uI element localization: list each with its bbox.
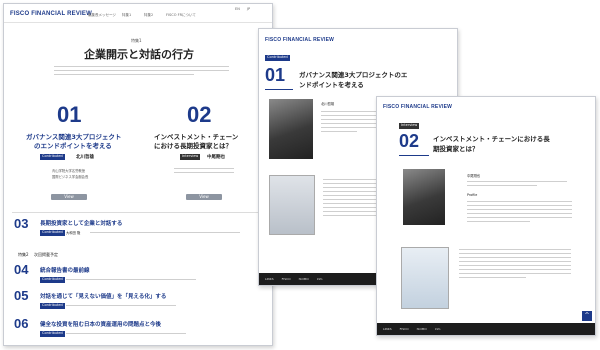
page-article-02: FISCO FINANCIAL REVIEW Interview 02 インベス…: [376, 96, 596, 336]
item01-number: 01: [57, 102, 82, 127]
item01-person: 北川哲雄: [76, 155, 94, 160]
item04-title[interactable]: 統合報告書の最前線: [40, 266, 90, 274]
item06-affil: [66, 333, 186, 337]
article02-number: 02: [399, 131, 420, 151]
article01-title-line2: ンドポイントを考える: [299, 81, 364, 89]
item06-title[interactable]: 健全な投資を阻む日本の資産運用の問題点と今後: [40, 320, 161, 328]
footer-fisco[interactable]: FISCO: [282, 277, 291, 281]
site-logo[interactable]: FISCO FINANCIAL REVIEW: [383, 104, 452, 110]
article02-title-line1: インベストメント・チェーンにおける長: [433, 135, 550, 143]
item02-person: 中尾剛也: [207, 155, 225, 160]
feature2-label: 特集2: [18, 252, 29, 257]
article01-person: 北川哲雄: [321, 102, 335, 106]
feature-label: 特集1: [131, 38, 142, 43]
nav-item-feature2[interactable]: 特集2: [144, 13, 153, 18]
footer-links[interactable]: LINKS: [265, 277, 274, 281]
article02-divider: [399, 155, 429, 156]
item05-tag: Contributed: [40, 303, 65, 309]
intro-text: [54, 66, 229, 78]
item04-number: 04: [14, 262, 29, 277]
item02-number: 02: [187, 102, 212, 127]
nav-item-editor-message[interactable]: 編集長メッセージ: [88, 13, 116, 18]
footer-links[interactable]: LINKS: [383, 327, 392, 331]
book-image: [401, 247, 449, 309]
author-photo: [269, 99, 313, 159]
lang-jp-link[interactable]: JP: [247, 7, 250, 11]
item02-affil: [174, 168, 234, 176]
item06-tag: Contributed: [40, 331, 65, 337]
item01-affil2: 国際ビジネス学会副会長: [52, 175, 89, 179]
footer-isomo[interactable]: ISOMO: [417, 327, 427, 331]
item04-tag: Contributed: [40, 277, 65, 283]
site-logo[interactable]: FISCO FINANCIAL REVIEW: [265, 37, 334, 43]
article01-divider: [265, 89, 293, 90]
screenshot-collage: FISCO FINANCIAL REVIEW 編集長メッセージ 特集1 特集2 …: [0, 0, 600, 350]
item06-number: 06: [14, 316, 29, 331]
header-divider: [4, 22, 272, 23]
item05-number: 05: [14, 288, 29, 303]
item03-divider: [12, 212, 264, 213]
item02-tag: Interview: [180, 154, 201, 160]
item05-title[interactable]: 対話を通じて「見えない価値」を「見える化」する: [40, 292, 166, 300]
site-logo[interactable]: FISCO FINANCIAL REVIEW: [10, 11, 92, 17]
item02-title-line2[interactable]: における長期投資家とは？: [154, 140, 232, 150]
footer-isomo[interactable]: ISOMO: [299, 277, 309, 281]
item05-affil: [66, 305, 176, 309]
item02-view-button[interactable]: View: [186, 194, 222, 200]
item01-title-line2[interactable]: のエンドポイントを考える: [34, 140, 112, 150]
item01-tag: Contributed: [40, 154, 65, 160]
feature-title: 企業開示と対話の行方: [84, 48, 194, 61]
footer-info[interactable]: Info: [317, 277, 323, 281]
article01-number: 01: [265, 65, 286, 85]
footer-info[interactable]: Info: [435, 327, 441, 331]
item03-affil: [90, 232, 240, 236]
lang-en-link[interactable]: EN: [235, 7, 240, 11]
scroll-to-top-button[interactable]: ^: [582, 311, 592, 321]
item03-title[interactable]: 長期投資家として企業と対話する: [40, 219, 122, 227]
item03-tag: Contributed: [40, 230, 65, 236]
book-image: [269, 175, 315, 235]
article02-tag: Interview: [399, 123, 420, 129]
feature2-sub: 次回掲載予定: [34, 252, 58, 257]
item03-number: 03: [14, 216, 29, 231]
interviewee-bio: [467, 181, 567, 189]
item03-person: 大和田 隆: [66, 231, 81, 235]
article02-title-line2: 期投資家とは？: [433, 145, 479, 153]
interviewee-photo: [403, 169, 445, 225]
author-bio: [321, 111, 381, 135]
article02-body: [459, 249, 571, 281]
article02-person: 中尾剛也: [467, 174, 481, 178]
footer-fisco[interactable]: FISCO: [400, 327, 409, 331]
item01-affil1: 青山学院大学名誉教授: [52, 169, 85, 173]
item04-affil: [66, 279, 196, 283]
nav-item-feature1[interactable]: 特集1: [122, 13, 131, 18]
item01-view-button[interactable]: View: [51, 194, 87, 200]
profile-text: [467, 201, 572, 225]
article01-tag: Contributed: [265, 55, 290, 61]
page3-footer: LINKS FISCO ISOMO Info: [377, 323, 595, 335]
profile-label: Profile: [467, 193, 478, 197]
nav-item-about[interactable]: FISCO FRについて: [166, 13, 196, 18]
page-main: FISCO FINANCIAL REVIEW 編集長メッセージ 特集1 特集2 …: [3, 3, 273, 346]
article01-title-line1: ガバナンス関連3大プロジェクトのエ: [299, 71, 408, 79]
